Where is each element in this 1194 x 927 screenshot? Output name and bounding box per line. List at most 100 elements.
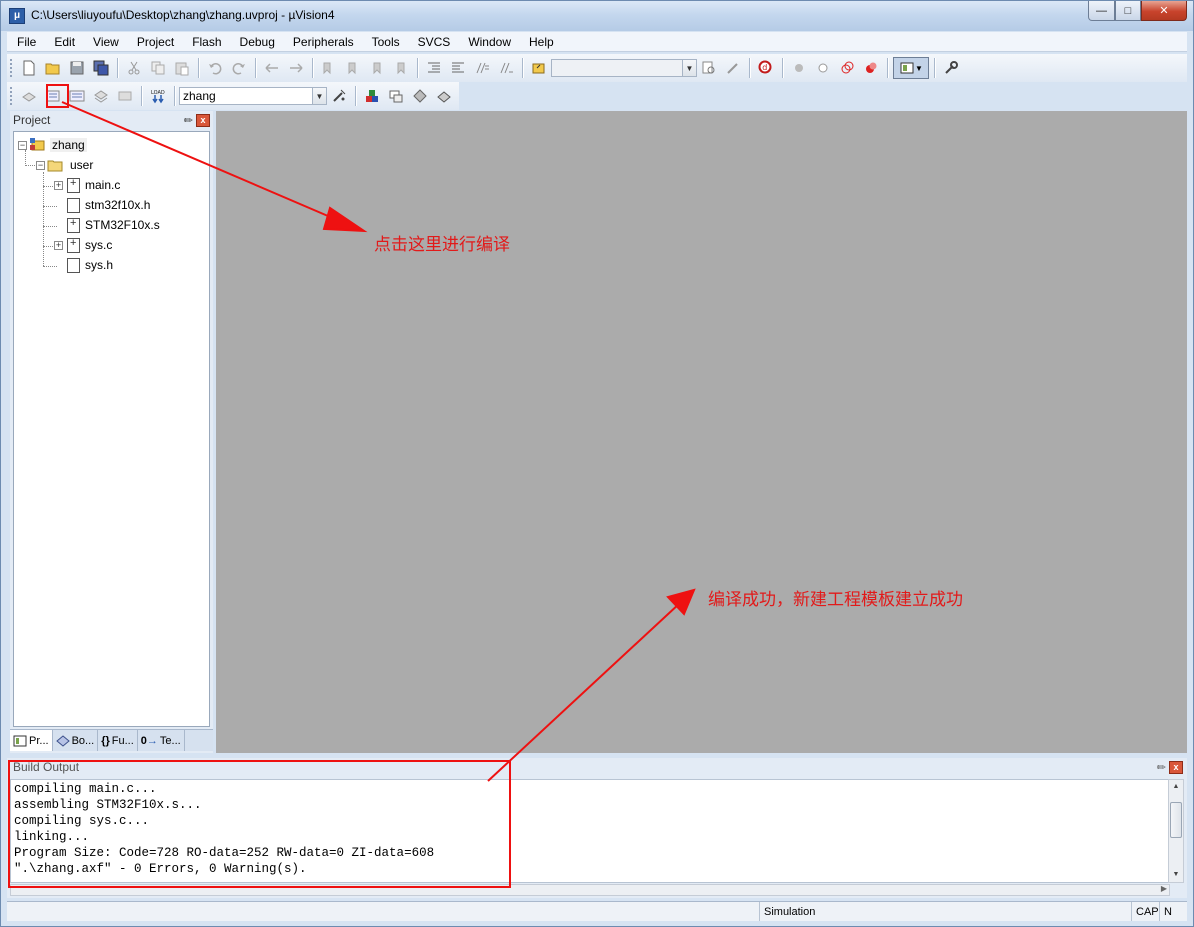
save-icon[interactable] [66, 57, 88, 79]
project-tree: − zhang − user + main.c stm32f10x.h [13, 131, 210, 727]
status-bar: Simulation CAP N [7, 901, 1187, 921]
menu-help[interactable]: Help [519, 32, 562, 52]
tab-functions[interactable]: {} Fu... [98, 730, 138, 751]
unindent-icon[interactable] [447, 57, 469, 79]
project-pane: Project ✏ x − zhang − user + + main.c st… [10, 111, 213, 753]
editor-area[interactable] [216, 111, 1187, 753]
scroll-right-icon[interactable]: ▶ [1161, 884, 1167, 893]
expand-icon[interactable]: + [54, 240, 63, 250]
breakpoint-enable-icon[interactable] [812, 57, 834, 79]
menu-flash[interactable]: Flash [182, 32, 229, 52]
close-button[interactable]: ✕ [1141, 1, 1187, 21]
tree-file[interactable]: + main.c [54, 176, 122, 194]
menu-file[interactable]: File [7, 32, 44, 52]
select-packs-icon[interactable] [409, 85, 431, 107]
incremental-find-icon[interactable] [722, 57, 744, 79]
translate-icon[interactable] [18, 85, 40, 107]
undo-icon[interactable] [204, 57, 226, 79]
tree-file-label: sys.c [85, 238, 113, 252]
batch-build-icon[interactable] [90, 85, 112, 107]
collapse-icon[interactable]: − [18, 140, 27, 150]
find-icon[interactable] [698, 57, 720, 79]
toolbar-grip[interactable] [9, 86, 13, 106]
rebuild-icon[interactable] [66, 85, 88, 107]
bookmark-next-icon[interactable] [366, 57, 388, 79]
target-select[interactable]: zhang ▼ [179, 87, 327, 105]
tab-project[interactable]: Pr... [10, 730, 53, 751]
save-all-icon[interactable] [90, 57, 112, 79]
pin-icon[interactable]: ✏ [1157, 761, 1166, 774]
breakpoint-insert-icon[interactable] [788, 57, 810, 79]
target-options-icon[interactable] [328, 85, 350, 107]
menu-peripherals[interactable]: Peripherals [283, 32, 362, 52]
pin-icon[interactable]: ✏ [184, 114, 193, 127]
scroll-up-icon[interactable]: ▲ [1169, 780, 1183, 794]
window-config-icon[interactable]: ▼ [893, 57, 929, 79]
copy-icon[interactable] [147, 57, 169, 79]
menu-edit[interactable]: Edit [44, 32, 83, 52]
tab-templates[interactable]: 0→ Te... [138, 730, 185, 751]
new-file-icon[interactable] [18, 57, 40, 79]
scroll-thumb[interactable] [1170, 802, 1182, 838]
download-load-icon[interactable]: LOAD [147, 85, 169, 107]
menu-project[interactable]: Project [127, 32, 182, 52]
tree-group-user[interactable]: − user [36, 156, 95, 174]
tree-file-label: STM32F10x.s [85, 218, 160, 232]
breakpoint-disable-all-icon[interactable] [836, 57, 858, 79]
find-in-files-icon[interactable] [528, 57, 550, 79]
svg-text:d: d [762, 63, 767, 72]
menu-bar: File Edit View Project Flash Debug Perip… [7, 32, 1187, 52]
close-icon[interactable]: x [196, 113, 210, 127]
collapse-icon[interactable]: − [36, 160, 45, 170]
tree-file[interactable]: sys.h [67, 256, 115, 274]
uncomment-icon[interactable] [495, 57, 517, 79]
title-bar: μ C:\Users\liuyoufu\Desktop\zhang\zhang.… [1, 1, 1193, 31]
books-icon[interactable] [433, 85, 455, 107]
expand-icon[interactable]: + [54, 180, 63, 190]
open-folder-icon[interactable] [42, 57, 64, 79]
menu-window[interactable]: Window [458, 32, 519, 52]
minimize-button[interactable]: — [1088, 1, 1115, 21]
menu-tools[interactable]: Tools [362, 32, 408, 52]
file-extensions-icon[interactable] [385, 85, 407, 107]
bookmark-prev-icon[interactable] [342, 57, 364, 79]
comment-icon[interactable] [471, 57, 493, 79]
stop-build-icon[interactable] [114, 85, 136, 107]
tree-file-label: stm32f10x.h [85, 198, 151, 212]
tree-file[interactable]: STM32F10x.s [67, 216, 162, 234]
close-icon[interactable]: x [1169, 760, 1183, 774]
build-toolbar: LOAD zhang ▼ [7, 82, 459, 110]
maximize-button[interactable]: □ [1115, 1, 1141, 21]
tree-file[interactable]: stm32f10x.h [67, 196, 152, 214]
nav-forward-icon[interactable] [285, 57, 307, 79]
paste-icon[interactable] [171, 57, 193, 79]
build-output-highlight [8, 760, 511, 888]
redo-icon[interactable] [228, 57, 250, 79]
tree-file-label: sys.h [85, 258, 114, 272]
breakpoint-kill-all-icon[interactable] [860, 57, 882, 79]
tree-file[interactable]: + sys.c [54, 236, 114, 254]
manage-components-icon[interactable] [361, 85, 383, 107]
tab-books[interactable]: Bo... [53, 730, 99, 751]
vertical-scrollbar[interactable]: ▲ ▼ [1168, 779, 1184, 883]
menu-svcs[interactable]: SVCS [408, 32, 459, 52]
find-combobox[interactable]: ▼ [551, 59, 697, 77]
menu-debug[interactable]: Debug [230, 32, 283, 52]
bookmark-clear-icon[interactable] [390, 57, 412, 79]
nav-back-icon[interactable] [261, 57, 283, 79]
success-note-text: 编译成功，新建工程模板建立成功 [708, 590, 963, 610]
project-target-icon [28, 137, 46, 153]
menu-view[interactable]: View [83, 32, 127, 52]
header-file-icon [67, 257, 80, 273]
file-toolbar: ▼ d ▼ [7, 54, 1187, 82]
bookmark-toggle-icon[interactable] [318, 57, 340, 79]
tab-templates-label: Te... [159, 734, 181, 747]
indent-icon[interactable] [423, 57, 445, 79]
cut-icon[interactable] [123, 57, 145, 79]
tree-root[interactable]: − zhang [18, 136, 87, 154]
debug-session-icon[interactable]: d [755, 57, 777, 79]
scroll-down-icon[interactable]: ▼ [1169, 868, 1183, 882]
wrench-icon[interactable] [940, 57, 962, 79]
tree-file-label: main.c [85, 178, 121, 192]
toolbar-grip[interactable] [9, 58, 13, 78]
